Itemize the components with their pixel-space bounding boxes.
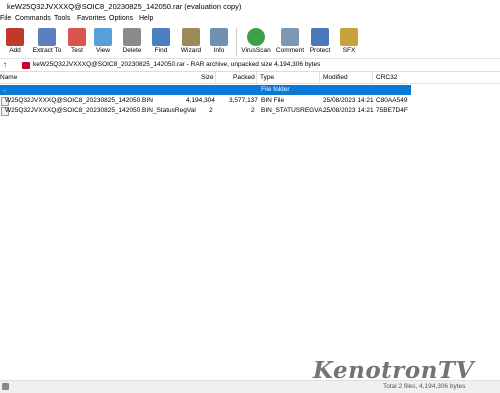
menu-bar: File Commands Tools Favorites Options He… [0,13,500,25]
sfx-button[interactable]: SFX [334,28,364,58]
column-size[interactable]: Size [201,74,214,81]
menu-help[interactable]: Help [139,15,153,22]
row-type: BIN_STATUSREGVA... [261,107,328,114]
row-crc: C80AA549 [376,97,408,104]
column-modified[interactable]: Modified [323,74,348,81]
extract-icon [38,28,56,46]
view-button[interactable]: View [88,28,118,58]
archive-icon [22,62,30,69]
comment-button[interactable]: Comment [274,28,306,58]
column-type[interactable]: Type [260,74,274,81]
row-name: W25Q32JVXXXQ@SOIC8_20230825_142050.BIN [5,97,153,104]
column-divider [319,72,320,83]
window-title: keW25Q32JVXXXQ@SOIC8_20230825_142050.rar… [7,2,242,11]
add-icon [6,28,24,46]
protect-icon [311,28,329,46]
watermark: KenotronTV [313,357,474,384]
delete-button[interactable]: Delete [117,28,147,58]
extract-to-button[interactable]: Extract To [30,28,64,58]
menu-commands[interactable]: Commands [15,15,51,22]
menu-options[interactable]: Options [109,15,133,22]
row-type: File folder [261,86,290,93]
menu-favorites[interactable]: Favorites [77,15,106,22]
column-packed[interactable]: Packed [233,74,255,81]
archive-path: keW25Q32JVXXXQ@SOIC8_20230825_142050.rar… [33,61,321,68]
column-name[interactable]: Name [0,74,17,81]
row-modified: 25/08/2023 14:21 [323,97,374,104]
toolbar: Add Extract To Test View Delete Find Wiz… [0,25,500,59]
table-row[interactable]: .. File folder [0,85,411,95]
row-name: W25Q32JVXXXQ@SOIC8_20230825_142050.BIN_S… [5,107,196,114]
row-size: 4,194,304 [186,97,215,104]
column-divider [372,72,373,83]
info-button[interactable]: Info [204,28,234,58]
title-bar: keW25Q32JVXXXQ@SOIC8_20230825_142050.rar… [0,0,500,13]
column-divider [256,72,257,83]
find-button[interactable]: Find [146,28,176,58]
address-bar: ↑ keW25Q32JVXXXQ@SOIC8_20230825_142050.r… [0,58,500,72]
delete-icon [123,28,141,46]
row-type: BIN File [261,97,285,104]
virusscan-icon [247,28,265,46]
table-row[interactable]: W25Q32JVXXXQ@SOIC8_20230825_142050.BIN_S… [0,106,411,116]
add-button[interactable]: Add [0,28,30,58]
menu-tools[interactable]: Tools [54,15,70,22]
column-crc[interactable]: CRC32 [376,74,397,81]
drive-icon [2,383,9,390]
row-modified: 25/08/2023 14:21 [323,107,374,114]
row-crc: 75BE7D4F [376,107,408,114]
comment-icon [281,28,299,46]
view-icon [94,28,112,46]
row-name: .. [3,86,7,93]
toolbar-separator [236,28,237,56]
sfx-icon [340,28,358,46]
column-header: Name Size Packed Type Modified CRC32 [0,72,500,84]
row-packed: 2 [251,107,255,114]
find-icon [152,28,170,46]
row-size: 2 [209,107,213,114]
table-row[interactable]: W25Q32JVXXXQ@SOIC8_20230825_142050.BIN 4… [0,96,411,106]
menu-file[interactable]: File [0,15,11,22]
up-arrow-icon[interactable]: ↑ [3,60,7,69]
status-total: Total 2 files, 4,194,306 bytes [383,383,466,390]
wizard-icon [182,28,200,46]
wizard-button[interactable]: Wizard [176,28,206,58]
info-icon [210,28,228,46]
virusscan-button[interactable]: VirusScan [240,28,272,58]
test-icon [68,28,86,46]
protect-button[interactable]: Protect [305,28,335,58]
row-packed: 3,577,137 [229,97,258,104]
column-divider [215,72,216,83]
